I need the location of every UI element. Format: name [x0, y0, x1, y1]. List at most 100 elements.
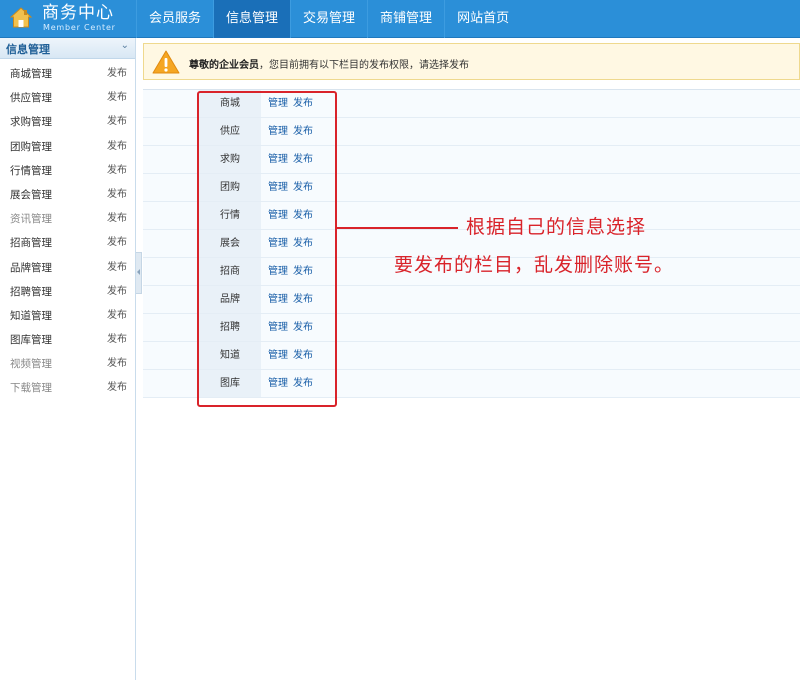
manage-link[interactable]: 管理: [268, 342, 288, 369]
sidebar-publish-link[interactable]: 发布: [107, 135, 127, 159]
sidebar-item[interactable]: 商城管理 发布: [0, 62, 135, 86]
sidebar-item[interactable]: 知道管理 发布: [0, 304, 135, 328]
sidebar-item-label[interactable]: 团购管理: [10, 135, 52, 159]
publish-link[interactable]: 发布: [293, 342, 313, 369]
notice-role: 企业会员: [219, 60, 259, 71]
manage-link[interactable]: 管理: [268, 314, 288, 341]
sidebar-item-label[interactable]: 供应管理: [10, 86, 52, 110]
sidebar-publish-link[interactable]: 发布: [107, 207, 127, 231]
sidebar-item[interactable]: 团购管理 发布: [0, 135, 135, 159]
permission-notice: 尊敬的企业会员，您目前拥有以下栏目的发布权限，请选择发布: [143, 43, 800, 80]
publish-link[interactable]: 发布: [293, 286, 313, 313]
sidebar-publish-link[interactable]: 发布: [107, 110, 127, 134]
top-header: 商务中心 Member Center 会员服务 信息管理 交易管理 商铺管理 网站首页: [0, 0, 800, 38]
module-name: 商城: [199, 90, 261, 117]
sidebar-item[interactable]: 招商管理 发布: [0, 231, 135, 255]
sidebar-item[interactable]: 行情管理 发布: [0, 159, 135, 183]
sidebar-item-label[interactable]: 行情管理: [10, 159, 52, 183]
publish-link[interactable]: 发布: [293, 90, 313, 117]
manage-link[interactable]: 管理: [268, 286, 288, 313]
module-name: 品牌: [199, 286, 261, 313]
sidebar-item-label[interactable]: 展会管理: [10, 183, 52, 207]
site-title: 商务中心: [42, 3, 114, 23]
sidebar-publish-link[interactable]: 发布: [107, 304, 127, 328]
nav-tab-2[interactable]: 交易管理: [290, 0, 367, 38]
sidebar-publish-link[interactable]: 发布: [107, 352, 127, 376]
publish-link[interactable]: 发布: [293, 146, 313, 173]
sidebar-item[interactable]: 招聘管理 发布: [0, 280, 135, 304]
sidebar-item[interactable]: 资讯管理 发布: [0, 207, 135, 231]
annotation-line: [337, 227, 458, 229]
nav-tab-1[interactable]: 信息管理: [213, 0, 291, 38]
sidebar-item[interactable]: 供应管理 发布: [0, 86, 135, 110]
sidebar-header[interactable]: 信息管理 ⌄: [0, 38, 135, 59]
publish-link[interactable]: 发布: [293, 370, 313, 397]
module-name: 招聘: [199, 314, 261, 341]
annotation-text-line1: 根据自己的信息选择: [466, 216, 647, 238]
manage-link[interactable]: 管理: [268, 202, 288, 229]
manage-link[interactable]: 管理: [268, 146, 288, 173]
manage-link[interactable]: 管理: [268, 90, 288, 117]
top-nav: 会员服务 信息管理 交易管理 商铺管理 网站首页: [136, 0, 521, 38]
sidebar: 信息管理 ⌄ 商城管理 发布 供应管理 发布 求购管理 发布 团购管理 发布 行情管理 发布 展会管…: [0, 38, 136, 680]
publish-link[interactable]: 发布: [293, 202, 313, 229]
warning-icon: [152, 50, 180, 74]
sidebar-item-label[interactable]: 求购管理: [10, 110, 52, 134]
table-row: 团购 管理 发布: [143, 174, 800, 202]
sidebar-item-label[interactable]: 商城管理: [10, 62, 52, 86]
sidebar-item-label[interactable]: 招商管理: [10, 231, 52, 255]
notice-text: 尊敬的企业会员，您目前拥有以下栏目的发布权限，请选择发布: [189, 56, 469, 71]
manage-link[interactable]: 管理: [268, 230, 288, 257]
chevron-left-icon[interactable]: [136, 252, 142, 294]
module-name: 招商: [199, 258, 261, 285]
sidebar-publish-link[interactable]: 发布: [107, 159, 127, 183]
sidebar-item-label[interactable]: 招聘管理: [10, 280, 52, 304]
manage-link[interactable]: 管理: [268, 174, 288, 201]
table-row: 商城 管理 发布: [143, 90, 800, 118]
table-row: 求购 管理 发布: [143, 146, 800, 174]
sidebar-publish-link[interactable]: 发布: [107, 231, 127, 255]
sidebar-publish-link[interactable]: 发布: [107, 183, 127, 207]
sidebar-publish-link[interactable]: 发布: [107, 62, 127, 86]
sidebar-item[interactable]: 求购管理 发布: [0, 110, 135, 134]
sidebar-item-label[interactable]: 知道管理: [10, 304, 52, 328]
sidebar-item[interactable]: 视频管理 发布: [0, 352, 135, 376]
publish-link[interactable]: 发布: [293, 118, 313, 145]
sidebar-item[interactable]: 图库管理 发布: [0, 328, 135, 352]
module-name: 供应: [199, 118, 261, 145]
sidebar-publish-link[interactable]: 发布: [107, 256, 127, 280]
sidebar-publish-link[interactable]: 发布: [107, 280, 127, 304]
sidebar-item[interactable]: 品牌管理 发布: [0, 256, 135, 280]
sidebar-item[interactable]: 展会管理 发布: [0, 183, 135, 207]
sidebar-item-label[interactable]: 视频管理: [10, 352, 52, 376]
module-name: 求购: [199, 146, 261, 173]
publish-link[interactable]: 发布: [293, 174, 313, 201]
module-name: 知道: [199, 342, 261, 369]
module-table: 商城 管理 发布 供应 管理 发布 求购 管理 发布 团购 管理 发布 行情 管理 发布 展会 管理 发布 招商 管理…: [143, 89, 800, 398]
sidebar-publish-link[interactable]: 发布: [107, 86, 127, 110]
sidebar-item[interactable]: 下载管理 发布: [0, 376, 135, 400]
house-icon: [10, 7, 32, 28]
sidebar-item-label[interactable]: 图库管理: [10, 328, 52, 352]
notice-rest: ，您目前拥有以下栏目的发布权限，请选择发布: [259, 60, 469, 71]
sidebar-item-label[interactable]: 品牌管理: [10, 256, 52, 280]
logo[interactable]: 商务中心 Member Center: [0, 0, 136, 38]
table-row: 图库 管理 发布: [143, 370, 800, 398]
nav-tab-0[interactable]: 会员服务: [136, 0, 213, 38]
publish-link[interactable]: 发布: [293, 230, 313, 257]
sidebar-publish-link[interactable]: 发布: [107, 328, 127, 352]
chevron-down-icon[interactable]: ⌄: [121, 40, 129, 51]
publish-link[interactable]: 发布: [293, 258, 313, 285]
table-row: 招聘 管理 发布: [143, 314, 800, 342]
sidebar-item-label[interactable]: 资讯管理: [10, 207, 52, 231]
notice-prefix: 尊敬的: [189, 60, 219, 71]
nav-tab-4[interactable]: 网站首页: [444, 0, 521, 38]
manage-link[interactable]: 管理: [268, 370, 288, 397]
manage-link[interactable]: 管理: [268, 118, 288, 145]
module-name: 图库: [199, 370, 261, 397]
manage-link[interactable]: 管理: [268, 258, 288, 285]
nav-tab-3[interactable]: 商铺管理: [367, 0, 444, 38]
publish-link[interactable]: 发布: [293, 314, 313, 341]
sidebar-item-label[interactable]: 下载管理: [10, 376, 52, 400]
sidebar-publish-link[interactable]: 发布: [107, 376, 127, 400]
